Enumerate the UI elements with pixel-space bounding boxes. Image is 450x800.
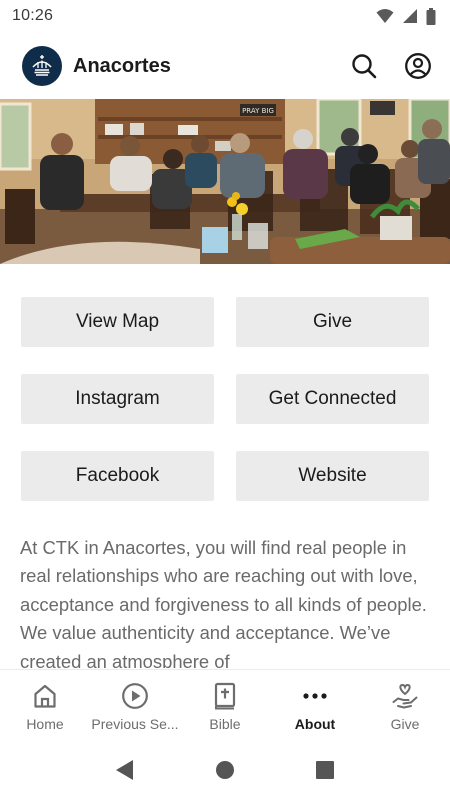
signal-icon <box>402 8 418 24</box>
play-circle-icon <box>121 682 149 710</box>
recents-square-icon[interactable] <box>313 758 337 782</box>
about-description: At CTK in Anacortes, you will find real … <box>20 537 427 668</box>
home-icon <box>33 682 57 710</box>
wifi-icon <box>376 8 394 24</box>
church-logo-icon[interactable] <box>22 46 62 86</box>
nav-item-give[interactable]: Give <box>360 670 450 733</box>
nav-item-bible[interactable]: Bible <box>180 670 270 733</box>
back-icon[interactable] <box>113 758 137 782</box>
get-connected-button[interactable]: Get Connected <box>236 374 429 424</box>
facebook-button[interactable]: Facebook <box>21 451 214 501</box>
give-hand-heart-icon <box>391 682 419 710</box>
nav-label-bible: Bible <box>209 716 241 732</box>
instagram-button[interactable]: Instagram <box>21 374 214 424</box>
search-icon[interactable] <box>350 52 378 80</box>
home-circle-icon[interactable] <box>213 758 237 782</box>
app-header: Anacortes <box>0 40 450 92</box>
app-title: Anacortes <box>73 54 171 77</box>
nav-item-previous-sermons[interactable]: Previous Se... <box>90 670 180 733</box>
nav-label-about: About <box>294 716 336 732</box>
nav-label-home: Home <box>26 716 64 732</box>
view-map-button[interactable]: View Map <box>21 297 214 347</box>
hero-image: PRAY BIG <box>0 99 450 264</box>
status-time: 10:26 <box>12 7 54 24</box>
battery-icon <box>426 7 436 25</box>
status-bar: 10:26 <box>0 0 450 32</box>
account-icon[interactable] <box>404 52 432 80</box>
bible-icon <box>214 682 236 710</box>
nav-label-give: Give <box>390 716 420 732</box>
website-button[interactable]: Website <box>236 451 429 501</box>
give-button[interactable]: Give <box>236 297 429 347</box>
system-nav-bar <box>0 740 450 800</box>
bottom-nav: Home Previous Se... Bible About Give <box>0 669 450 733</box>
action-button-grid: View Map Give Instagram Get Connected Fa… <box>21 297 429 501</box>
nav-item-home[interactable]: Home <box>0 670 90 733</box>
header-actions <box>350 52 432 80</box>
nav-label-previous-sermons: Previous Se... <box>91 716 179 732</box>
more-dots-icon <box>302 682 328 710</box>
status-icons <box>376 7 436 25</box>
nav-item-about[interactable]: About <box>270 670 360 733</box>
hero-sign-text: PRAY BIG <box>242 107 274 115</box>
